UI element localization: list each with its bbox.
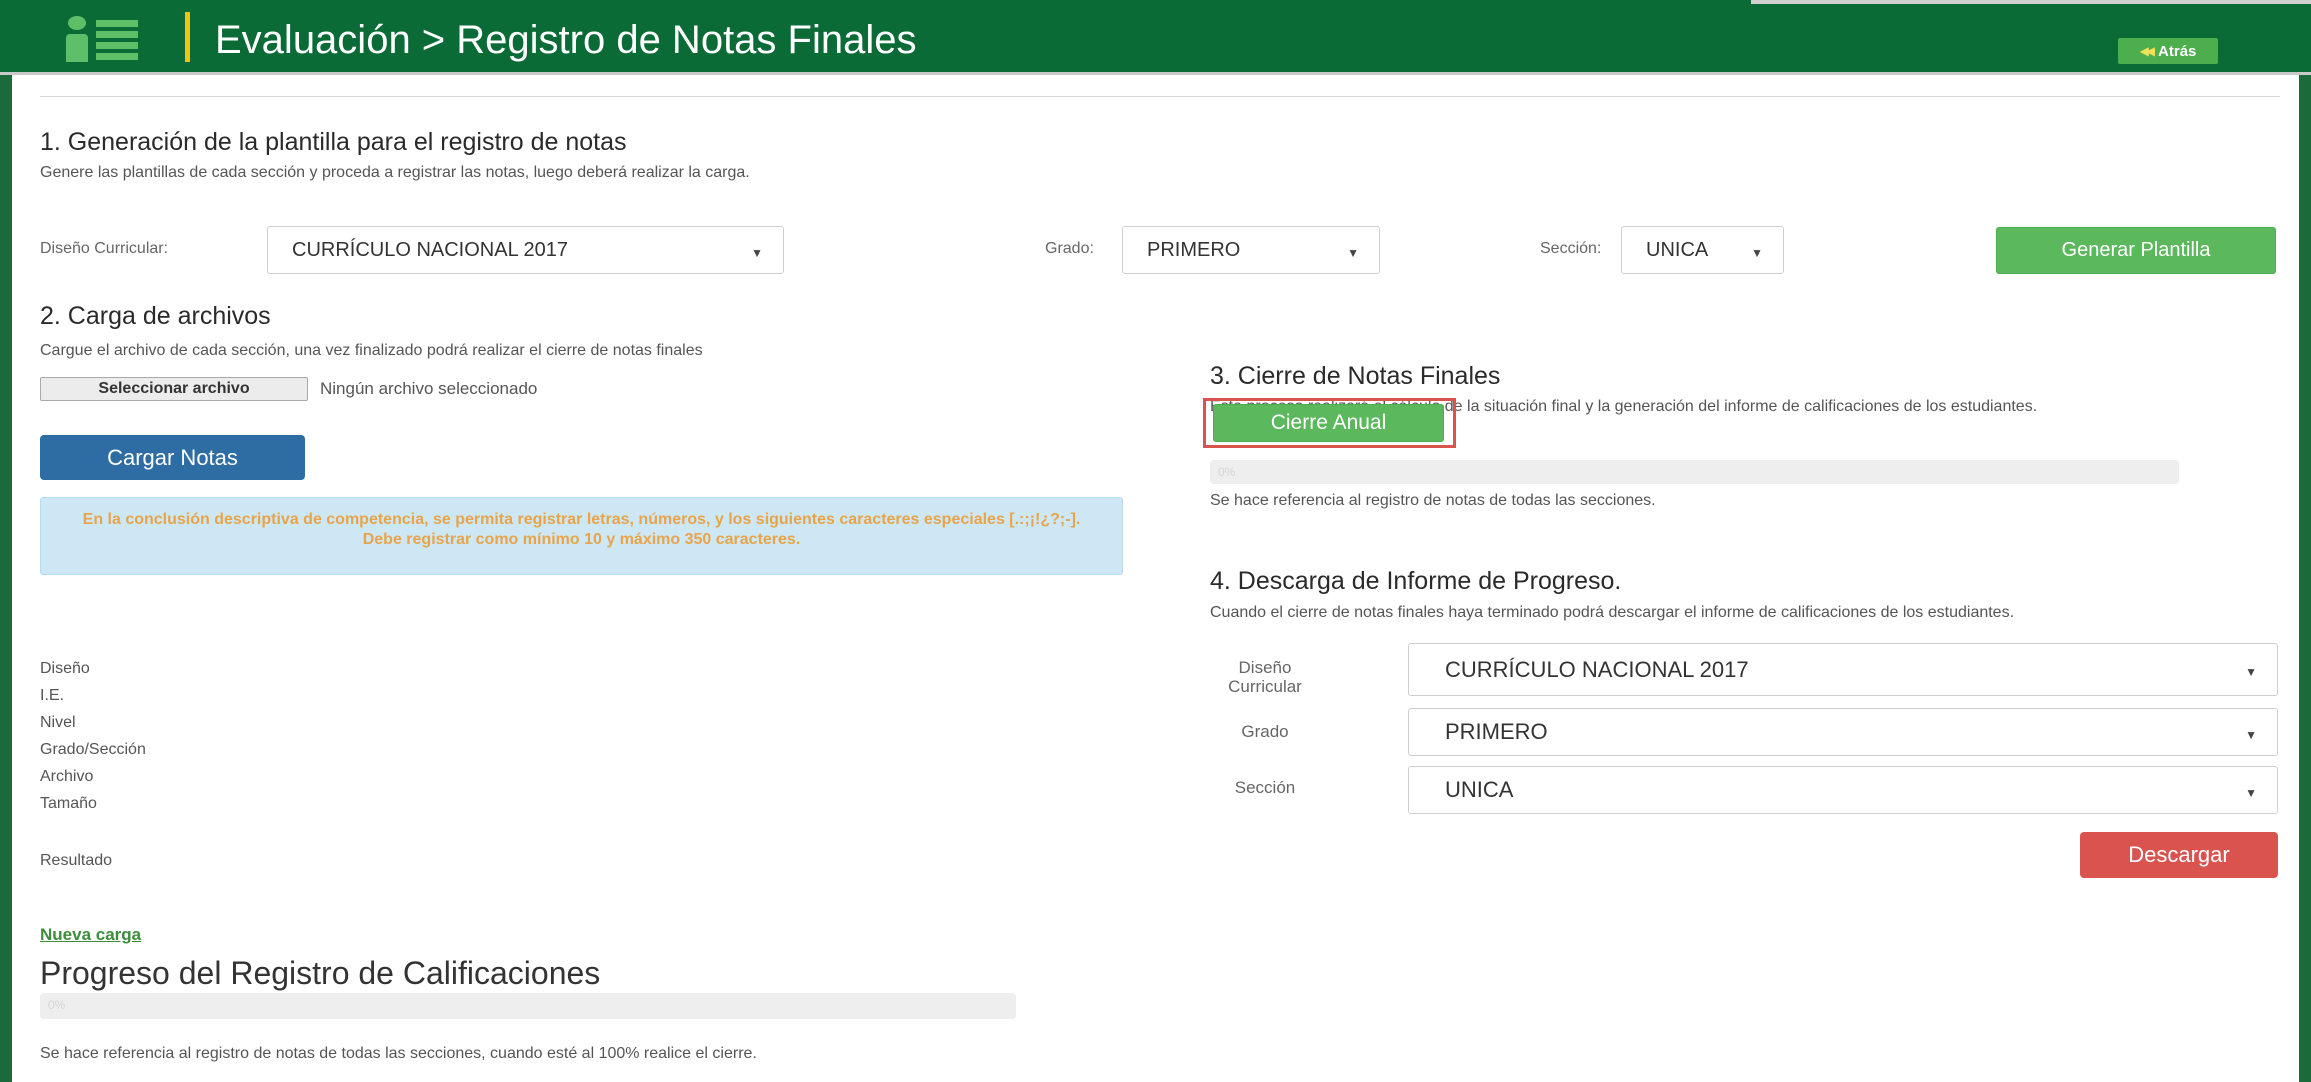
header-bar: Evaluación > Registro de Notas Finales ◀… <box>0 0 2311 75</box>
descarga-diseno-value: CURRÍCULO NACIONAL 2017 <box>1445 656 1749 682</box>
caret-down-icon: ▼ <box>751 246 763 260</box>
divider <box>40 96 2280 97</box>
descarga-seccion-value: UNICA <box>1445 777 1514 802</box>
grado-select[interactable]: PRIMERO ▼ <box>1122 226 1380 274</box>
double-left-arrow-icon: ◀◀ <box>2139 44 2156 58</box>
field-tamano: Tamaño <box>40 795 97 812</box>
grado-value: PRIMERO <box>1147 238 1241 261</box>
caret-down-icon: ▼ <box>2245 786 2257 800</box>
descarga-seccion-select[interactable]: UNICA ▼ <box>1408 766 2278 814</box>
seccion-value: UNICA <box>1646 238 1709 261</box>
descarga-seccion-label: Sección <box>1234 778 1296 797</box>
diseno-curricular-select[interactable]: CURRÍCULO NACIONAL 2017 ▼ <box>267 226 784 274</box>
back-button-label: Atrás <box>2158 42 2197 60</box>
descarga-grado-value: PRIMERO <box>1445 719 1548 744</box>
select-file-button[interactable]: Seleccionar archivo <box>40 377 308 401</box>
header-top-strip <box>1751 0 2311 4</box>
section1-description: Genere las plantillas de cada sección y … <box>40 164 750 181</box>
field-diseno: Diseño <box>40 660 90 677</box>
generar-plantilla-button[interactable]: Generar Plantilla <box>1996 227 2276 274</box>
descarga-grado-select[interactable]: PRIMERO ▼ <box>1408 708 2278 756</box>
file-status-text: Ningún archivo seleccionado <box>320 379 538 398</box>
cierre-progress-bar: 0% <box>1210 460 2179 484</box>
header-separator <box>185 12 190 62</box>
diseno-curricular-label: Diseño Curricular: <box>40 240 169 257</box>
left-frame-border <box>0 0 12 1082</box>
section1-title: 1. Generación de la plantilla para el re… <box>40 128 627 156</box>
registro-progress-bar: 0% <box>40 993 1016 1019</box>
page-title: Evaluación > Registro de Notas Finales <box>215 18 917 62</box>
progress-section-title: Progreso del Registro de Calificaciones <box>40 955 601 991</box>
section2-description: Cargue el archivo de cada sección, una v… <box>40 342 703 359</box>
nueva-carga-link[interactable]: Nueva carga <box>40 925 141 945</box>
field-archivo: Archivo <box>40 768 94 785</box>
back-button[interactable]: ◀◀ Atrás <box>2118 38 2218 64</box>
info-alert: En la conclusión descriptiva de competen… <box>40 497 1123 575</box>
section3-title: 3. Cierre de Notas Finales <box>1210 362 1501 390</box>
cierre-progress-text: 0% <box>1218 465 1236 479</box>
field-ie: I.E. <box>40 687 65 704</box>
section4-description: Cuando el cierre de notas finales haya t… <box>1210 604 2015 621</box>
section2-title: 2. Carga de archivos <box>40 302 271 330</box>
right-frame-border <box>2299 0 2311 1082</box>
section4-title: 4. Descarga de Informe de Progreso. <box>1210 567 1622 595</box>
descargar-button[interactable]: Descargar <box>2080 832 2278 878</box>
caret-down-icon: ▼ <box>1751 246 1763 260</box>
seccion-label: Sección: <box>1540 240 1602 257</box>
result-label: Resultado <box>40 852 113 869</box>
caret-down-icon: ▼ <box>2245 728 2257 742</box>
cierre-anual-button[interactable]: Cierre Anual <box>1213 404 1444 442</box>
diseno-curricular-value: CURRÍCULO NACIONAL 2017 <box>292 238 569 261</box>
descarga-diseno-label: Diseño Curricular <box>1228 658 1302 696</box>
caret-down-icon: ▼ <box>1347 246 1359 260</box>
caret-down-icon: ▼ <box>2245 665 2257 679</box>
cargar-notas-button[interactable]: Cargar Notas <box>40 435 305 480</box>
seccion-select[interactable]: UNICA ▼ <box>1621 226 1784 274</box>
section3-note: Se hace referencia al registro de notas … <box>1210 492 1656 509</box>
grado-label: Grado: <box>1045 240 1094 257</box>
field-nivel: Nivel <box>40 714 76 731</box>
descarga-grado-label: Grado <box>1241 722 1289 741</box>
descarga-diseno-select[interactable]: CURRÍCULO NACIONAL 2017 ▼ <box>1408 643 2278 696</box>
registro-progress-text: 0% <box>48 998 66 1012</box>
progress-note: Se hace referencia al registro de notas … <box>40 1045 757 1062</box>
field-grado-seccion: Grado/Sección <box>40 741 146 758</box>
user-list-icon <box>66 16 176 62</box>
